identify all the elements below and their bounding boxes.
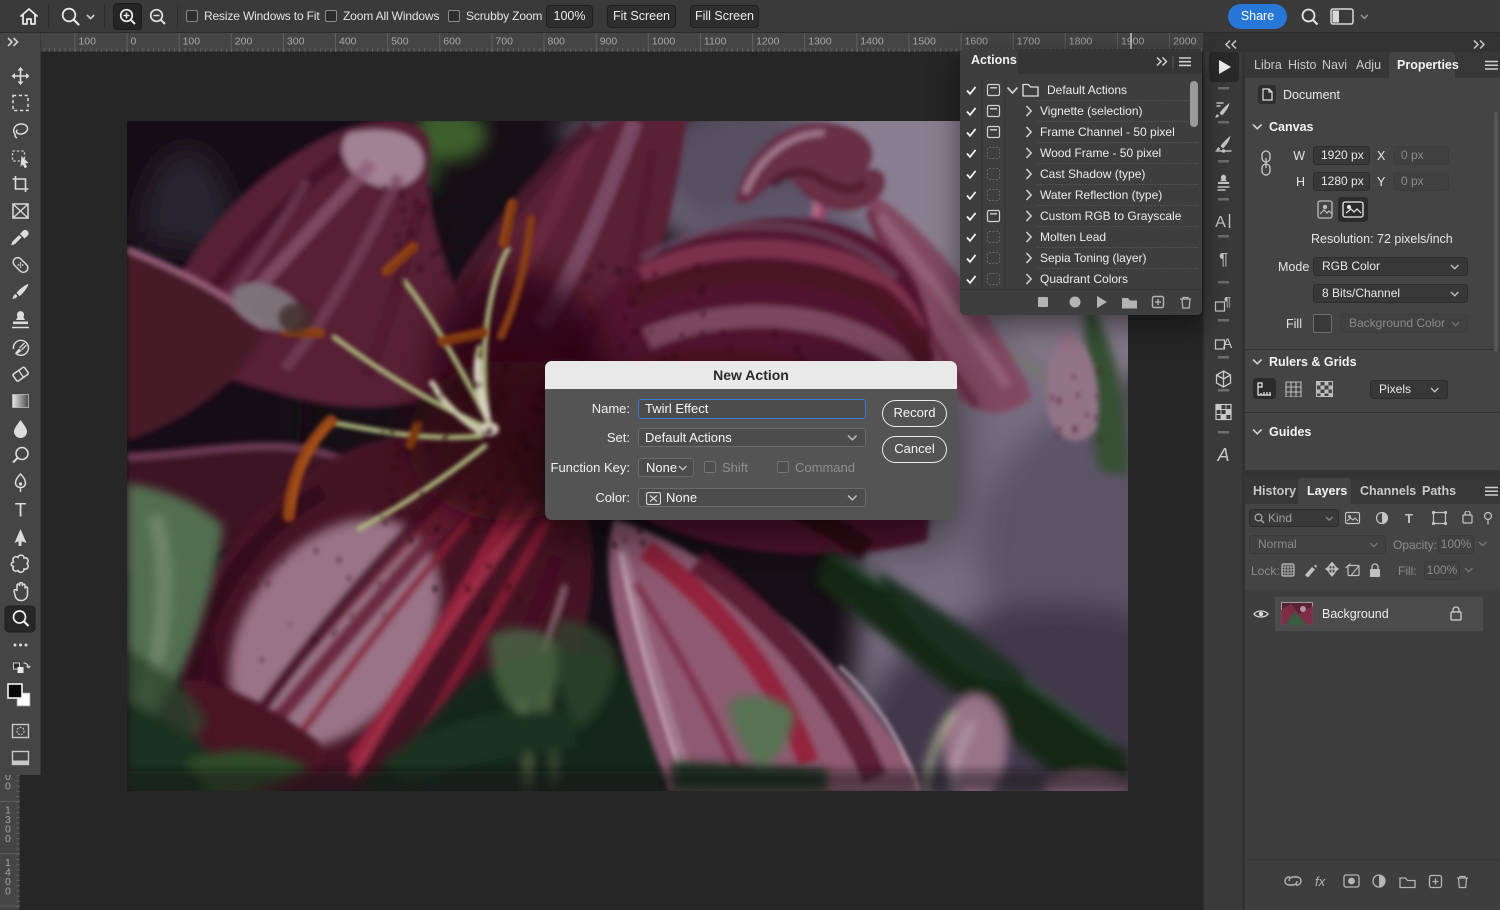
- svg-text:0: 0: [5, 885, 11, 897]
- svg-text:A: A: [1223, 335, 1233, 351]
- svg-text:1300: 1300: [808, 36, 832, 48]
- svg-text:800: 800: [548, 36, 566, 48]
- svg-text:100: 100: [183, 36, 201, 48]
- svg-text:700: 700: [495, 36, 513, 48]
- svg-text:¶: ¶: [1224, 294, 1231, 309]
- svg-text:100: 100: [78, 36, 96, 48]
- svg-text:500: 500: [391, 36, 409, 48]
- svg-text:1900: 1900: [1121, 36, 1145, 48]
- svg-text:300: 300: [287, 36, 305, 48]
- svg-text:900: 900: [600, 36, 618, 48]
- svg-text:600: 600: [443, 36, 461, 48]
- svg-text:400: 400: [339, 36, 357, 48]
- svg-text:A: A: [1215, 214, 1226, 231]
- svg-text:2000: 2000: [1173, 36, 1197, 48]
- svg-text:1100: 1100: [704, 36, 727, 48]
- svg-text:1200: 1200: [756, 36, 780, 48]
- svg-text:A: A: [1216, 445, 1229, 465]
- svg-text:1800: 1800: [1069, 36, 1093, 48]
- svg-text:1700: 1700: [1017, 36, 1041, 48]
- svg-text:T: T: [15, 501, 27, 522]
- svg-text:200: 200: [235, 36, 253, 48]
- svg-text:0: 0: [5, 833, 11, 845]
- svg-text:0: 0: [5, 781, 11, 793]
- svg-text:¶: ¶: [1219, 250, 1228, 269]
- svg-text:0: 0: [131, 36, 137, 48]
- svg-text:1500: 1500: [913, 36, 937, 48]
- svg-text:1400: 1400: [860, 36, 884, 48]
- svg-text:T: T: [1405, 511, 1413, 526]
- svg-text:1000: 1000: [652, 36, 676, 48]
- svg-text:1600: 1600: [965, 36, 989, 48]
- svg-text:fx: fx: [1315, 874, 1326, 889]
